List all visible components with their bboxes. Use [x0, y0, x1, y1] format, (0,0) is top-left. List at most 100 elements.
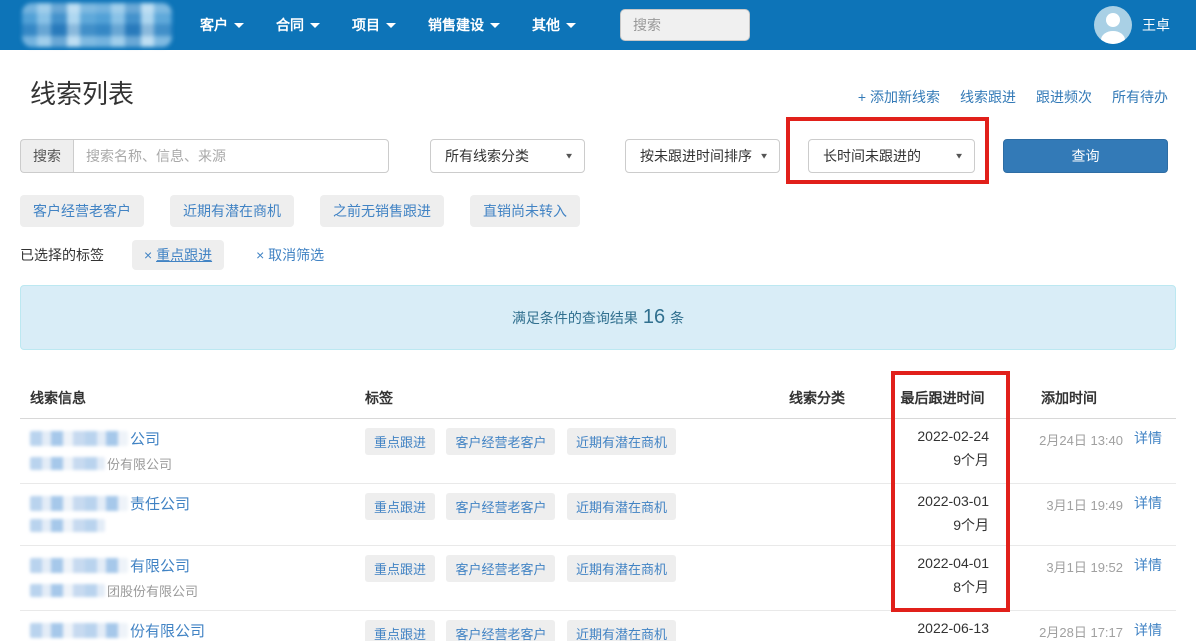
- blurred-name: [30, 623, 128, 638]
- avatar[interactable]: [1094, 6, 1132, 44]
- main-menu: 客户 合同 项目 销售建设 其他: [184, 0, 592, 50]
- lead-name-suffix: 责任公司: [130, 493, 190, 514]
- lead-search-input[interactable]: [73, 139, 389, 173]
- result-count-banner: 满足条件的查询结果 16 条: [20, 285, 1176, 350]
- lead-tag[interactable]: 重点跟进: [365, 555, 435, 582]
- lead-tag[interactable]: 近期有潜在商机: [567, 555, 676, 582]
- lead-name-suffix: 份有限公司: [130, 620, 205, 641]
- all-todos-link[interactable]: 所有待办: [1112, 87, 1168, 107]
- lead-subtitle: 团股份有限公司: [30, 581, 360, 600]
- lead-tag[interactable]: 近期有潜在商机: [567, 428, 676, 455]
- chevron-down-icon: [490, 23, 500, 28]
- header-category: 线索分类: [775, 388, 890, 408]
- added-time: 2月28日 17:17: [1015, 620, 1125, 641]
- sort-select-value: 按未跟进时间排序: [640, 146, 752, 166]
- lead-subtitle: 份有限公司: [30, 454, 360, 473]
- added-time: 3月1日 19:52: [1015, 555, 1125, 576]
- detail-link[interactable]: 详情: [1134, 622, 1162, 638]
- chevron-down-icon: ▼: [954, 152, 964, 161]
- table-row: 公司 份有限公司 重点跟进 客户经营老客户 近期有潜在商机 2022-02-24…: [20, 419, 1176, 484]
- lead-follow-link[interactable]: 线索跟进: [960, 87, 1016, 107]
- page-actions: + 添加新线索 线索跟进 跟进频次 所有待办: [838, 87, 1168, 111]
- lead-subtitle: [30, 519, 360, 532]
- table-row: 责任公司 重点跟进 客户经营老客户 近期有潜在商机 2022-03-01 9个月…: [20, 484, 1176, 546]
- table-row: 有限公司 团股份有限公司 重点跟进 客户经营老客户 近期有潜在商机 2022-0…: [20, 546, 1176, 611]
- time-filter-select[interactable]: 长时间未跟进的 ▼: [808, 139, 975, 173]
- user-name: 王卓: [1142, 15, 1170, 35]
- lead-name-link[interactable]: 份有限公司: [30, 620, 360, 641]
- last-follow-date: 2022-06-13: [890, 620, 989, 636]
- search-addon-label: 搜索: [20, 139, 73, 173]
- close-icon: ×: [256, 247, 264, 263]
- blurred-subtitle: [30, 457, 105, 470]
- selected-tag-key-follow[interactable]: × 重点跟进: [132, 240, 224, 270]
- result-prefix: 满足条件的查询结果: [512, 308, 638, 328]
- page-title: 线索列表: [30, 74, 134, 111]
- follow-frequency-link[interactable]: 跟进频次: [1036, 87, 1092, 107]
- app-logo-blurred: [22, 3, 172, 47]
- time-filter-select-value: 长时间未跟进的: [823, 146, 921, 166]
- menu-customers[interactable]: 客户: [184, 0, 260, 50]
- lead-tag[interactable]: 重点跟进: [365, 620, 435, 641]
- detail-link[interactable]: 详情: [1134, 430, 1162, 446]
- chevron-down-icon: [310, 23, 320, 28]
- menu-others[interactable]: 其他: [516, 0, 592, 50]
- global-search-input[interactable]: [620, 9, 750, 41]
- lead-tag[interactable]: 近期有潜在商机: [567, 620, 676, 641]
- remove-icon: ×: [144, 247, 152, 263]
- top-navbar: 客户 合同 项目 销售建设 其他 王卓: [0, 0, 1196, 50]
- lead-search-group: 搜索: [20, 139, 389, 173]
- tag-filter-recent-opportunity[interactable]: 近期有潜在商机: [170, 195, 294, 227]
- blurred-subtitle: [30, 584, 105, 597]
- menu-label: 项目: [352, 15, 380, 35]
- menu-projects[interactable]: 项目: [336, 0, 412, 50]
- last-follow-ago: 9个月: [890, 515, 989, 535]
- blurred-name: [30, 558, 128, 573]
- added-time: 2月24日 13:40: [1015, 428, 1125, 449]
- lead-table: 线索信息 标签 线索分类 最后跟进时间 添加时间 公司 份有限公司 重点跟进 客…: [20, 388, 1176, 641]
- added-time: 3月1日 19:49: [1015, 493, 1125, 514]
- clear-filters-link[interactable]: × 取消筛选: [256, 245, 324, 265]
- menu-label: 销售建设: [428, 15, 484, 35]
- header-last-follow: 最后跟进时间: [890, 388, 1015, 408]
- lead-tag[interactable]: 客户经营老客户: [446, 428, 555, 455]
- result-count: 16: [643, 306, 665, 329]
- lead-name-suffix: 有限公司: [130, 555, 190, 576]
- detail-link[interactable]: 详情: [1134, 557, 1162, 573]
- chevron-down-icon: [386, 23, 396, 28]
- blurred-subtitle: [30, 519, 105, 532]
- sort-select[interactable]: 按未跟进时间排序 ▼: [625, 139, 780, 173]
- add-lead-link[interactable]: + 添加新线索: [858, 87, 940, 107]
- lead-tag[interactable]: 重点跟进: [365, 493, 435, 520]
- lead-tag[interactable]: 客户经营老客户: [446, 493, 555, 520]
- lead-name-link[interactable]: 公司: [30, 428, 360, 449]
- detail-link[interactable]: 详情: [1134, 495, 1162, 511]
- menu-label: 其他: [532, 15, 560, 35]
- table-header-row: 线索信息 标签 线索分类 最后跟进时间 添加时间: [20, 388, 1176, 419]
- last-follow-date: 2022-02-24: [890, 428, 989, 444]
- menu-contracts[interactable]: 合同: [260, 0, 336, 50]
- tag-filter-old-customer[interactable]: 客户经营老客户: [20, 195, 144, 227]
- category-select-value: 所有线索分类: [445, 146, 529, 166]
- lead-tag[interactable]: 重点跟进: [365, 428, 435, 455]
- selected-tags-label: 已选择的标签: [20, 245, 104, 265]
- result-suffix: 条: [670, 308, 684, 328]
- selected-tags-row: 已选择的标签 × 重点跟进 × 取消筛选: [20, 240, 1176, 270]
- lead-tag[interactable]: 客户经营老客户: [446, 620, 555, 641]
- lead-name-suffix: 公司: [130, 428, 160, 449]
- menu-sales-building[interactable]: 销售建设: [412, 0, 516, 50]
- chevron-down-icon: ▼: [564, 152, 574, 161]
- lead-name-link[interactable]: 有限公司: [30, 555, 360, 576]
- category-select[interactable]: 所有线索分类 ▼: [430, 139, 585, 173]
- filter-bar: 搜索 所有线索分类 ▼ 按未跟进时间排序 ▼ 长时间未跟进的 ▼ 查询: [20, 139, 1176, 173]
- query-button[interactable]: 查询: [1003, 139, 1168, 173]
- lead-tag[interactable]: 客户经营老客户: [446, 555, 555, 582]
- last-follow-date: 2022-03-01: [890, 493, 989, 509]
- tag-filter-row: 客户经营老客户 近期有潜在商机 之前无销售跟进 直销尚未转入: [20, 195, 1176, 227]
- tag-filter-direct-sales[interactable]: 直销尚未转入: [470, 195, 580, 227]
- lead-name-link[interactable]: 责任公司: [30, 493, 360, 514]
- last-follow-date: 2022-04-01: [890, 555, 989, 571]
- blurred-name: [30, 431, 128, 446]
- lead-tag[interactable]: 近期有潜在商机: [567, 493, 676, 520]
- tag-filter-no-sales-follow[interactable]: 之前无销售跟进: [320, 195, 444, 227]
